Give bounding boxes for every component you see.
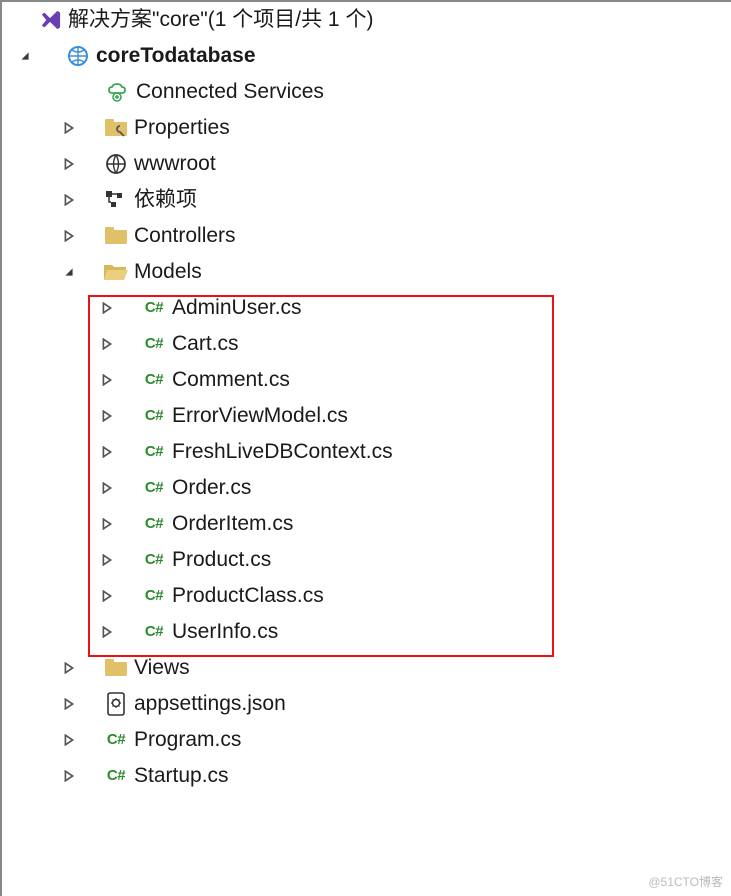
models-file-row[interactable]: C#ProductClass.cs xyxy=(2,578,731,614)
expand-arrow-icon[interactable] xyxy=(60,194,78,206)
collapse-arrow-icon[interactable] xyxy=(16,50,34,62)
csharp-file-icon: C# xyxy=(102,758,130,794)
models-file-label: ProductClass.cs xyxy=(168,578,324,614)
csharp-file-icon: C# xyxy=(140,290,168,326)
models-row[interactable]: Models xyxy=(2,254,731,290)
properties-label: Properties xyxy=(130,110,230,146)
dependencies-label: 依赖项 xyxy=(130,182,197,218)
models-file-label: Order.cs xyxy=(168,470,251,506)
cloud-plug-icon xyxy=(104,81,132,103)
models-file-label: AdminUser.cs xyxy=(168,290,302,326)
dependencies-icon xyxy=(102,190,130,210)
expand-arrow-icon[interactable] xyxy=(98,338,116,350)
models-file-label: FreshLiveDBContext.cs xyxy=(168,434,393,470)
models-file-label: ErrorViewModel.cs xyxy=(168,398,348,434)
expand-arrow-icon[interactable] xyxy=(60,122,78,134)
web-project-icon xyxy=(64,44,92,68)
folder-icon xyxy=(102,658,130,678)
csharp-file-icon: C# xyxy=(140,326,168,362)
models-file-row[interactable]: C#UserInfo.cs xyxy=(2,614,731,650)
solution-row[interactable]: 解决方案"core"(1 个项目/共 1 个) xyxy=(2,2,731,38)
dependencies-row[interactable]: 依赖项 xyxy=(2,182,731,218)
startup-row[interactable]: C# Startup.cs xyxy=(2,758,731,794)
csharp-file-icon: C# xyxy=(140,578,168,614)
models-file-label: Product.cs xyxy=(168,542,271,578)
models-file-row[interactable]: C#Cart.cs xyxy=(2,326,731,362)
models-children: C#AdminUser.csC#Cart.csC#Comment.csC#Err… xyxy=(2,290,731,650)
expand-arrow-icon[interactable] xyxy=(60,698,78,710)
expand-arrow-icon[interactable] xyxy=(60,230,78,242)
expand-arrow-icon[interactable] xyxy=(98,590,116,602)
expand-arrow-icon[interactable] xyxy=(98,554,116,566)
expand-arrow-icon[interactable] xyxy=(98,482,116,494)
csharp-file-icon: C# xyxy=(140,506,168,542)
csharp-file-icon: C# xyxy=(102,722,130,758)
watermark: @51CTO博客 xyxy=(648,873,723,890)
expand-arrow-icon[interactable] xyxy=(60,662,78,674)
csharp-file-icon: C# xyxy=(140,434,168,470)
models-file-row[interactable]: C#Order.cs xyxy=(2,470,731,506)
models-file-row[interactable]: C#AdminUser.cs xyxy=(2,290,731,326)
collapse-arrow-icon[interactable] xyxy=(60,266,78,278)
appsettings-label: appsettings.json xyxy=(130,686,286,722)
json-file-icon xyxy=(102,692,130,716)
project-row[interactable]: coreTodatabase xyxy=(2,38,731,74)
models-file-row[interactable]: C#ErrorViewModel.cs xyxy=(2,398,731,434)
models-file-label: Comment.cs xyxy=(168,362,290,398)
expand-arrow-icon[interactable] xyxy=(60,158,78,170)
models-file-row[interactable]: C#OrderItem.cs xyxy=(2,506,731,542)
expand-arrow-icon[interactable] xyxy=(98,410,116,422)
project-name: coreTodatabase xyxy=(92,38,256,74)
folder-open-icon xyxy=(102,262,130,282)
expand-arrow-icon[interactable] xyxy=(98,302,116,314)
csharp-file-icon: C# xyxy=(140,362,168,398)
solution-label: 解决方案"core"(1 个项目/共 1 个) xyxy=(64,2,373,38)
models-file-row[interactable]: C#Product.cs xyxy=(2,542,731,578)
expand-arrow-icon[interactable] xyxy=(60,770,78,782)
wwwroot-label: wwwroot xyxy=(130,146,216,182)
globe-icon xyxy=(102,152,130,176)
connected-services-label: Connected Services xyxy=(132,74,324,110)
expand-arrow-icon[interactable] xyxy=(60,734,78,746)
connected-services-row[interactable]: Connected Services xyxy=(2,74,731,110)
models-file-row[interactable]: C#Comment.cs xyxy=(2,362,731,398)
models-file-row[interactable]: C#FreshLiveDBContext.cs xyxy=(2,434,731,470)
csharp-file-icon: C# xyxy=(140,470,168,506)
properties-row[interactable]: Properties xyxy=(2,110,731,146)
expand-arrow-icon[interactable] xyxy=(98,374,116,386)
appsettings-row[interactable]: appsettings.json xyxy=(2,686,731,722)
folder-icon xyxy=(102,226,130,246)
vs-icon xyxy=(36,9,64,31)
program-row[interactable]: C# Program.cs xyxy=(2,722,731,758)
wwwroot-row[interactable]: wwwroot xyxy=(2,146,731,182)
models-file-label: OrderItem.cs xyxy=(168,506,293,542)
models-file-label: Cart.cs xyxy=(168,326,239,362)
solution-explorer: 解决方案"core"(1 个项目/共 1 个) coreTodatabase C… xyxy=(0,0,731,896)
expand-arrow-icon[interactable] xyxy=(98,518,116,530)
controllers-label: Controllers xyxy=(130,218,236,254)
csharp-file-icon: C# xyxy=(140,542,168,578)
controllers-row[interactable]: Controllers xyxy=(2,218,731,254)
program-label: Program.cs xyxy=(130,722,241,758)
csharp-file-icon: C# xyxy=(140,398,168,434)
csharp-file-icon: C# xyxy=(140,614,168,650)
expand-arrow-icon[interactable] xyxy=(98,626,116,638)
views-label: Views xyxy=(130,650,190,686)
views-row[interactable]: Views xyxy=(2,650,731,686)
models-file-label: UserInfo.cs xyxy=(168,614,278,650)
startup-label: Startup.cs xyxy=(130,758,229,794)
properties-folder-icon xyxy=(102,118,130,138)
expand-arrow-icon[interactable] xyxy=(98,446,116,458)
models-label: Models xyxy=(130,254,202,290)
